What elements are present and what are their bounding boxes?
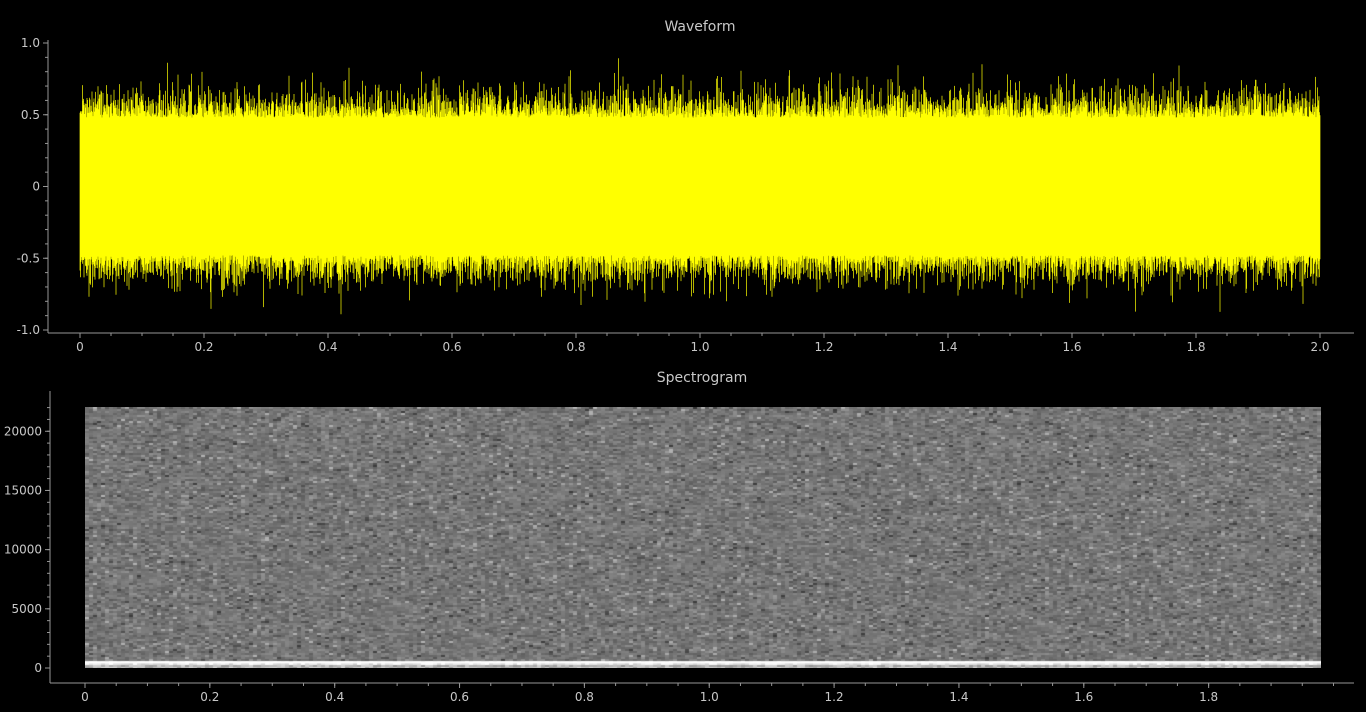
- x-tick-label: 0: [81, 690, 89, 704]
- x-tick-label: 1.0: [690, 340, 709, 354]
- y-tick-label: 0.5: [21, 108, 40, 122]
- y-tick-label: -1.0: [17, 323, 40, 337]
- x-tick-label: 0.2: [194, 340, 213, 354]
- x-tick-label: 0.2: [200, 690, 219, 704]
- x-tick-label: 0: [76, 340, 84, 354]
- x-tick-label: 1.8: [1199, 690, 1218, 704]
- y-tick-label: 5000: [11, 602, 42, 616]
- y-tick-label: -0.5: [17, 251, 40, 265]
- y-tick-label: 10000: [4, 543, 42, 557]
- spectrogram-title: Spectrogram: [657, 370, 747, 386]
- x-tick-label: 1.0: [700, 690, 719, 704]
- x-tick-label: 1.2: [814, 340, 833, 354]
- plot-window: Waveform 1.0 0.5 0 -0.5 -1.0 0 0.2 0.4 0.6 0.8 1.0…: [0, 0, 1366, 708]
- x-tick-label: 1.4: [938, 340, 957, 354]
- spectrogram-heatmap: [85, 407, 1321, 668]
- x-tick-label: 1.6: [1062, 340, 1081, 354]
- x-tick-label: 1.2: [825, 690, 844, 704]
- y-tick-label: 20000: [4, 424, 42, 438]
- y-tick-label: 0: [32, 180, 40, 194]
- x-tick-label: 0.6: [442, 340, 461, 354]
- x-tick-label: 0.4: [318, 340, 337, 354]
- y-tick-label: 15000: [4, 483, 42, 497]
- x-tick-label: 1.4: [949, 690, 968, 704]
- x-tick-label: 2.0: [1310, 340, 1329, 354]
- x-tick-label: 0.8: [575, 690, 594, 704]
- x-tick-label: 1.6: [1074, 690, 1093, 704]
- x-tick-label: 0.6: [450, 690, 469, 704]
- y-tick-label: 1.0: [21, 36, 40, 50]
- x-tick-label: 0.8: [566, 340, 585, 354]
- spectrogram-panel: Spectrogram 20000 15000 10000 5000 0 0 0.2 0.4 0…: [4, 370, 1354, 704]
- x-tick-label: 1.8: [1186, 340, 1205, 354]
- plots-canvas: Waveform 1.0 0.5 0 -0.5 -1.0 0 0.2 0.4 0.6 0.8 1.0…: [4, 19, 1354, 704]
- waveform-panel: Waveform 1.0 0.5 0 -0.5 -1.0 0 0.2 0.4 0.6 0.8 1.0…: [17, 19, 1354, 354]
- x-tick-label: 0.4: [325, 690, 344, 704]
- spectrogram-image: [85, 407, 1321, 668]
- waveform-title: Waveform: [664, 19, 735, 35]
- y-tick-label: 0: [34, 661, 42, 675]
